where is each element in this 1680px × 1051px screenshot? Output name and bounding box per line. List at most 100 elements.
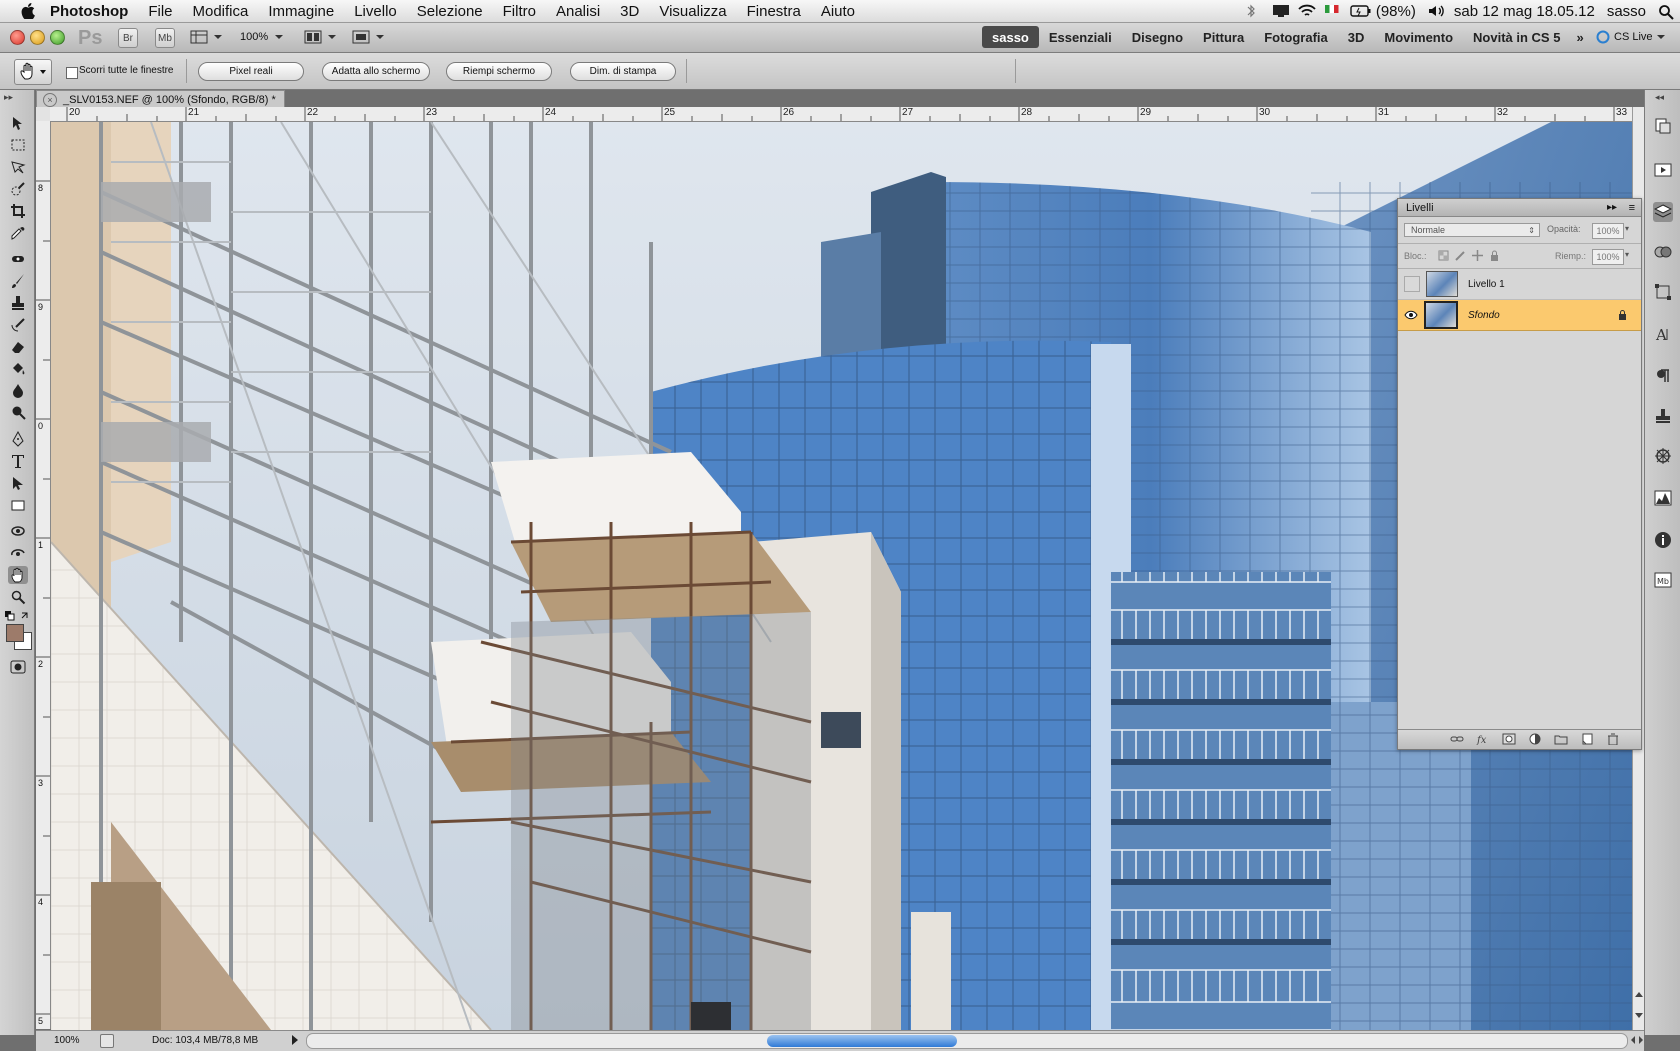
move-tool-icon[interactable]	[8, 114, 28, 132]
tool-presets-panel-icon[interactable]	[1653, 446, 1673, 466]
menu-aiuto[interactable]: Aiuto	[821, 3, 855, 20]
horizontal-scrollbar[interactable]	[306, 1033, 1628, 1049]
menu-filtro[interactable]: Filtro	[503, 3, 536, 20]
bluetooth-icon[interactable]	[1246, 4, 1260, 18]
default-colors-icon[interactable]	[4, 610, 30, 622]
lock-pixels-icon[interactable]	[1455, 250, 1466, 261]
zoom-tool-icon[interactable]	[8, 588, 28, 606]
collapse-panel-icon[interactable]: ▸▸	[1607, 202, 1617, 213]
menu-3d[interactable]: 3D	[620, 3, 639, 20]
opacity-field[interactable]: 100%	[1592, 223, 1624, 239]
screen-mode-menu[interactable]	[352, 29, 386, 45]
scroll-left-right-icon[interactable]	[1630, 1034, 1644, 1049]
menu-immagine[interactable]: Immagine	[268, 3, 334, 20]
history-panel-icon[interactable]	[1653, 116, 1673, 136]
close-window-button[interactable]	[10, 30, 25, 45]
chevron-down-icon[interactable]: ▾	[1625, 250, 1629, 259]
volume-icon[interactable]	[1428, 4, 1444, 18]
status-menu-arrow-icon[interactable]	[290, 1034, 300, 1049]
rectangle-tool-icon[interactable]	[8, 496, 28, 514]
actions-panel-icon[interactable]	[1653, 160, 1673, 180]
type-tool-icon[interactable]	[8, 452, 28, 470]
actual-pixels-button[interactable]: Pixel reali	[198, 62, 304, 81]
minimize-window-button[interactable]	[30, 30, 45, 45]
lock-all-icon[interactable]	[1489, 250, 1500, 261]
history-brush-tool-icon[interactable]	[8, 316, 28, 334]
tool-preset-picker[interactable]	[14, 59, 52, 85]
clone-source-panel-icon[interactable]	[1653, 406, 1673, 426]
spotlight-search-icon[interactable]	[1658, 4, 1674, 20]
hand-tool-icon[interactable]	[8, 566, 28, 584]
brush-tool-icon[interactable]	[8, 272, 28, 290]
menu-finestra[interactable]: Finestra	[747, 3, 801, 20]
eraser-tool-icon[interactable]	[8, 338, 28, 356]
eyedropper-tool-icon[interactable]	[8, 224, 28, 242]
fit-screen-button[interactable]: Adatta allo schermo	[322, 62, 430, 81]
minibridge-button[interactable]: Mb	[155, 28, 175, 48]
wifi-icon[interactable]	[1298, 4, 1316, 18]
display-icon[interactable]	[1272, 4, 1289, 18]
trash-icon[interactable]	[1606, 733, 1620, 745]
3d-orbit-tool-icon[interactable]	[8, 544, 28, 562]
menu-file[interactable]: File	[148, 3, 172, 20]
scroll-arrows-icon[interactable]	[1634, 987, 1644, 1023]
character-panel-icon[interactable]: A	[1653, 324, 1673, 344]
adjustment-layer-icon[interactable]	[1528, 733, 1542, 745]
layers-panel-icon[interactable]	[1653, 202, 1673, 222]
fill-screen-button[interactable]: Riempi schermo	[446, 62, 552, 81]
path-selection-tool-icon[interactable]	[8, 474, 28, 492]
vertical-ruler[interactable]: 8 9 0 1 2 3 4 5	[36, 121, 51, 1029]
menu-livello[interactable]: Livello	[354, 3, 397, 20]
lock-transparency-icon[interactable]	[1438, 250, 1449, 261]
clone-stamp-tool-icon[interactable]	[8, 294, 28, 312]
chevron-down-icon[interactable]: ▾	[1625, 224, 1629, 233]
collapse-panel-icon[interactable]: ▸▸	[4, 92, 13, 103]
print-size-button[interactable]: Dim. di stampa	[570, 62, 676, 81]
blend-mode-select[interactable]: Normale ⇕	[1404, 223, 1540, 237]
cs-live-button[interactable]: CS Live	[1596, 28, 1665, 46]
layer-name[interactable]: Sfondo	[1468, 310, 1500, 321]
zoom-level-menu[interactable]: 100%	[240, 29, 290, 45]
foreground-color-swatch[interactable]	[6, 624, 24, 642]
arrange-documents-menu[interactable]	[304, 29, 338, 45]
blur-tool-icon[interactable]	[8, 382, 28, 400]
menu-selezione[interactable]: Selezione	[417, 3, 483, 20]
fill-field[interactable]: 100%	[1592, 249, 1624, 265]
layer-name[interactable]: Livello 1	[1468, 279, 1505, 290]
lock-position-icon[interactable]	[1472, 250, 1483, 261]
layer-row-livello-1[interactable]: Livello 1	[1398, 269, 1641, 300]
lasso-tool-icon[interactable]	[8, 158, 28, 176]
ruler-origin[interactable]	[36, 107, 51, 122]
info-panel-icon[interactable]	[1653, 530, 1673, 550]
paint-bucket-tool-icon[interactable]	[8, 360, 28, 378]
marquee-tool-icon[interactable]	[8, 136, 28, 154]
new-layer-icon[interactable]	[1580, 733, 1594, 745]
channels-panel-icon[interactable]	[1653, 242, 1673, 262]
menu-analisi[interactable]: Analisi	[556, 3, 600, 20]
workspace-fotografia[interactable]: Fotografia	[1254, 26, 1338, 48]
battery-icon[interactable]	[1350, 4, 1371, 18]
pen-tool-icon[interactable]	[8, 430, 28, 448]
minibridge-panel-icon[interactable]: Mb	[1653, 570, 1673, 590]
eye-icon[interactable]	[1404, 308, 1418, 322]
new-group-icon[interactable]	[1554, 733, 1568, 745]
layers-panel-title[interactable]: Livelli	[1406, 202, 1434, 214]
workspace-novita-cs5[interactable]: Novità in CS 5	[1463, 26, 1570, 48]
histogram-panel-icon[interactable]	[1653, 488, 1673, 508]
workspace-3d[interactable]: 3D	[1338, 26, 1375, 48]
status-zoom[interactable]: 100%	[54, 1035, 80, 1046]
bridge-button[interactable]: Br	[118, 28, 138, 48]
workspace-sasso[interactable]: sasso	[982, 26, 1039, 48]
status-preview-icon[interactable]	[100, 1034, 114, 1048]
paragraph-panel-icon[interactable]	[1653, 366, 1673, 386]
collapse-panel-icon[interactable]: ◂◂	[1655, 92, 1664, 103]
zoom-window-button[interactable]	[50, 30, 65, 45]
scroll-all-windows-checkbox[interactable]	[66, 67, 78, 79]
clock[interactable]: sab 12 mag 18.05.12	[1454, 3, 1595, 20]
panel-menu-icon[interactable]: ≡	[1629, 202, 1635, 214]
workspace-disegno[interactable]: Disegno	[1122, 26, 1193, 48]
workspace-pittura[interactable]: Pittura	[1193, 26, 1254, 48]
horizontal-scroll-thumb[interactable]	[767, 1035, 957, 1047]
workspace-essenziali[interactable]: Essenziali	[1039, 26, 1122, 48]
document-tab[interactable]: × _SLV0153.NEF @ 100% (Sfondo, RGB/8) *	[36, 90, 285, 108]
